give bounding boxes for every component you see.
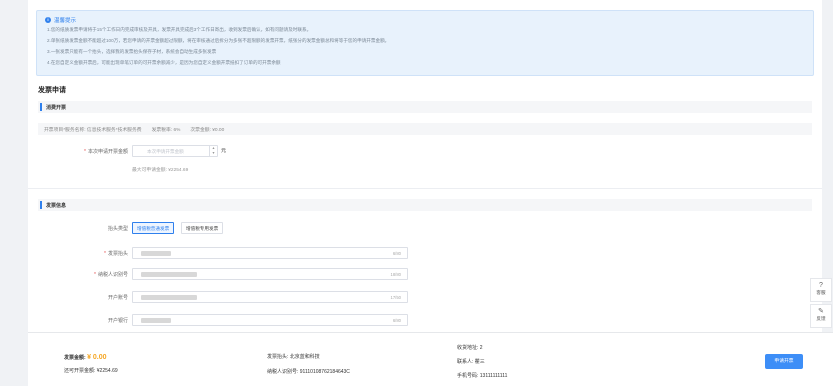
field-value: [141, 272, 197, 277]
service-info-row: 开票项目*服务名称: 信息技术服务*技术服务费 发票税率: 6% 次票金额: ¥…: [38, 123, 812, 135]
field-label-account: 开户账号: [107, 295, 128, 301]
field-value: [141, 318, 171, 323]
help-icon: ?: [819, 282, 823, 289]
header-type-label: 抬头类型: [107, 226, 128, 232]
customer-service-button[interactable]: ? 客服: [810, 278, 832, 302]
max-amount-hint: 最大可申请金额: ¥2254.69: [132, 168, 189, 173]
field-value: [141, 295, 197, 300]
field-value: [141, 251, 171, 256]
issued-amount: 次票金额: ¥0.00: [190, 127, 225, 133]
amount-label: * 本次申请开票金额: [84, 149, 128, 155]
amount-stepper[interactable]: ▲ ▼: [209, 146, 217, 156]
section-title-apply: 发票申请: [38, 87, 66, 94]
notice-line-1: 1.您的纸质发票申请将于15个工作日内完成审核及开具，发票开具完成后3个工作日寄…: [47, 27, 312, 32]
footer-remaining: 还可开票金额: ¥2254.69: [64, 368, 118, 374]
divider: [28, 188, 822, 189]
info-icon: i: [45, 17, 51, 23]
char-counter: 6/80: [392, 318, 401, 323]
char-counter: 18/80: [390, 272, 401, 277]
footer-bar: 发票金额: ¥ 0.00 还可开票金额: ¥2254.69 发票抬头: 北京蓝和…: [28, 332, 833, 386]
footer-address: 收货地址: 2: [457, 345, 483, 351]
subsection-title: 发票信息: [46, 203, 67, 209]
edit-icon: ✎: [818, 308, 824, 315]
subsection-consumption: 消费开票: [38, 101, 812, 113]
invoice-amount-value: ¥ 0.00: [87, 354, 107, 361]
char-counter: 17/50: [390, 295, 401, 300]
field-label-title: * 发票抬头: [104, 251, 128, 257]
footer-amount: 发票金额: ¥ 0.00: [64, 354, 107, 361]
amount-unit: 元: [221, 148, 227, 154]
footer-tax-id: 纳税人识别号: 91110108762184643C: [267, 369, 350, 375]
notice-line-4: 4.在您自定义金额开票后，可能出现单笔订单的可开票余额减少，是因为您自定义金额开…: [47, 60, 281, 65]
amount-input[interactable]: 本次申请开票金额 ▲ ▼: [132, 145, 218, 157]
subsection-title: 消费开票: [46, 105, 67, 111]
notice-line-2: 2.单张纸质发票金额不能超过100万，若您申请的开票金额超过限额，将在审核通过后…: [47, 38, 390, 43]
field-label-bank: 开户银行: [107, 318, 128, 324]
amount-placeholder: 本次申请开票金额: [147, 149, 184, 154]
side-tool-label: 反馈: [816, 316, 826, 321]
type-option-special[interactable]: 增值税专用发票: [181, 222, 224, 234]
feedback-button[interactable]: ✎ 反馈: [810, 304, 832, 328]
bank-account-input[interactable]: 17/50: [132, 291, 408, 303]
tax-id-input[interactable]: 18/80: [132, 268, 408, 280]
notice-box: i 温馨提示 1.您的纸质发票申请将于15个工作日内完成审核及开具，发票开具完成…: [36, 10, 814, 76]
footer-phone: 手机号码: 13111111111: [457, 373, 508, 379]
bank-name-input[interactable]: 6/80: [132, 314, 408, 326]
notice-line-3: 3.一张发票只能有一个抬头，选择我的发票抬头保存子材，系统会自动生成多张发票: [47, 49, 217, 54]
section-marker: [40, 103, 42, 111]
section-marker: [40, 201, 42, 209]
notice-title-text: 温馨提示: [54, 18, 77, 24]
field-label-taxid: * 纳税人识别号: [94, 272, 128, 278]
notice-title: i 温馨提示: [45, 16, 76, 24]
subsection-invoice-info: 发票信息: [38, 199, 812, 211]
footer-contact: 联系人: 瞿三: [457, 359, 485, 365]
invoice-page: i 温馨提示 1.您的纸质发票申请将于15个工作日内完成审核及开具，发票开具完成…: [28, 0, 822, 332]
invoice-title-input[interactable]: 6/80: [132, 247, 408, 259]
char-counter: 6/80: [392, 251, 401, 256]
footer-invoice-title: 发票抬头: 北京蓝和科技: [267, 354, 320, 360]
apply-invoice-button[interactable]: 申请开票: [765, 354, 803, 369]
service-name: 开票项目*服务名称: 信息技术服务*技术服务费: [44, 127, 142, 133]
tax-rate: 发票税率: 6%: [151, 127, 181, 133]
type-option-general[interactable]: 增值税普通发票: [132, 222, 175, 234]
side-tool-label: 客服: [816, 290, 826, 295]
